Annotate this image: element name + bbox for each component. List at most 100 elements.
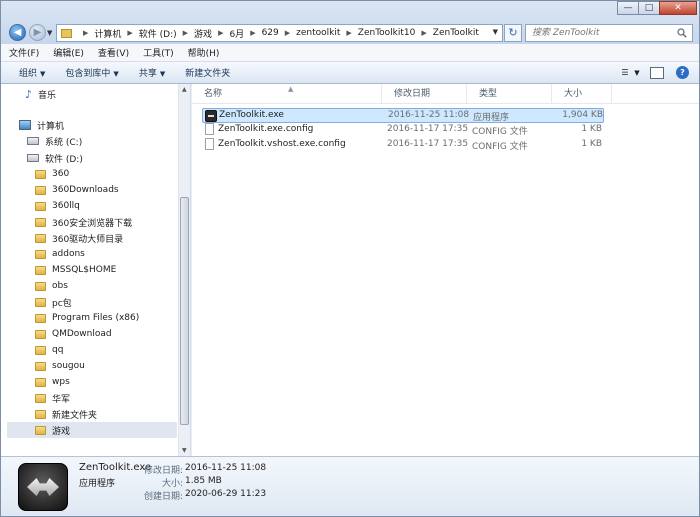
recent-pages-dropdown-icon[interactable]: ▼ bbox=[47, 29, 52, 37]
details-modified-label: 修改日期: bbox=[143, 466, 183, 476]
nav-folder[interactable]: qq bbox=[35, 342, 63, 358]
breadcrumb-629[interactable]: 629 bbox=[262, 28, 279, 38]
breadcrumb-drive-d[interactable]: 软件 (D:) bbox=[139, 27, 177, 40]
details-created-label: 创建日期: bbox=[143, 492, 183, 502]
breadcrumb-june[interactable]: 6月 bbox=[229, 27, 244, 40]
menu-view[interactable]: 查看(V) bbox=[98, 46, 129, 59]
chevron-right-icon[interactable]: ▶ bbox=[285, 29, 290, 37]
nav-folder[interactable]: wps bbox=[35, 374, 70, 390]
nav-folder[interactable]: MSSQL$HOME bbox=[35, 262, 116, 278]
chevron-right-icon[interactable]: ▶ bbox=[421, 29, 426, 37]
nav-item-drive-d[interactable]: 软件 (D:) bbox=[27, 150, 83, 166]
nav-folder[interactable]: 360Downloads bbox=[35, 182, 119, 198]
nav-folder[interactable]: 新建文件夹 bbox=[35, 406, 97, 422]
preview-pane-icon[interactable] bbox=[650, 66, 664, 79]
address-history-dropdown-icon[interactable]: ▼ bbox=[493, 28, 498, 36]
share-button[interactable]: 共享 ▼ bbox=[139, 66, 165, 79]
nav-folder[interactable]: 华军 bbox=[35, 390, 70, 406]
breadcrumb-zentoolkit10[interactable]: ZenToolkit10 bbox=[358, 28, 416, 38]
drive-icon bbox=[27, 137, 39, 145]
menu-tools[interactable]: 工具(T) bbox=[143, 46, 174, 59]
search-icon[interactable] bbox=[677, 28, 687, 38]
navigation-pane[interactable]: ♪ 音乐 计算机 系统 (C:) 软件 (D:) 360 360Download… bbox=[1, 84, 191, 456]
scroll-down-icon[interactable]: ▼ bbox=[182, 447, 187, 454]
nav-item-label: 360驱动大师目录 bbox=[52, 234, 124, 245]
nav-item-label: 软件 (D:) bbox=[45, 154, 83, 165]
document-icon bbox=[205, 138, 214, 150]
table-row[interactable]: ZenToolkit.vshost.exe.config 2016-11-17 … bbox=[202, 138, 604, 153]
nav-item-label: pc包 bbox=[52, 298, 72, 309]
column-name[interactable]: 名称 ▲ bbox=[192, 84, 382, 104]
column-size[interactable]: 大小 bbox=[552, 84, 612, 104]
chevron-right-icon[interactable]: ▶ bbox=[218, 29, 223, 37]
menu-file[interactable]: 文件(F) bbox=[9, 46, 39, 59]
breadcrumb-current[interactable]: ZenToolkit bbox=[433, 28, 479, 38]
scroll-thumb[interactable] bbox=[180, 197, 189, 425]
search-input[interactable] bbox=[526, 25, 666, 41]
nav-folder[interactable]: 360驱动大师目录 bbox=[35, 230, 123, 246]
nav-folder[interactable]: 360llq bbox=[35, 198, 80, 214]
help-icon[interactable]: ? bbox=[676, 66, 689, 79]
nav-item-drive-c[interactable]: 系统 (C:) bbox=[27, 133, 82, 149]
breadcrumb-computer[interactable]: 计算机 bbox=[94, 27, 121, 40]
sort-ascending-icon: ▲ bbox=[288, 85, 294, 93]
chevron-right-icon[interactable]: ▶ bbox=[250, 29, 255, 37]
search-box[interactable] bbox=[525, 24, 693, 42]
nav-folder[interactable]: Program Files (x86) bbox=[35, 310, 139, 326]
share-label: 共享 bbox=[138, 69, 157, 79]
caret-down-icon: ▼ bbox=[40, 70, 46, 78]
back-button[interactable]: ◀ bbox=[9, 24, 26, 41]
table-row[interactable]: ZenToolkit.exe 2016-11-25 11:08 应用程序 1,9… bbox=[202, 108, 604, 123]
include-in-library-button[interactable]: 包含到库中 ▼ bbox=[65, 66, 118, 79]
breadcrumb-games[interactable]: 游戏 bbox=[194, 27, 212, 40]
column-date[interactable]: 修改日期 bbox=[382, 84, 467, 104]
details-created-value: 2020-06-29 11:23 bbox=[185, 489, 267, 499]
minimize-button[interactable]: — bbox=[617, 1, 639, 15]
breadcrumb-zentoolkit[interactable]: zentoolkit bbox=[296, 28, 340, 38]
nav-folder-selected[interactable]: 游戏 bbox=[7, 422, 177, 438]
folder-icon bbox=[35, 393, 46, 403]
new-folder-button[interactable]: 新建文件夹 bbox=[185, 66, 230, 79]
file-list[interactable]: 名称 ▲ 修改日期 类型 大小 ZenToolkit.exe 2016-11-2… bbox=[192, 84, 699, 456]
view-options-icon[interactable]: ☰ bbox=[618, 67, 632, 79]
nav-item-label: addons bbox=[52, 249, 85, 259]
scroll-up-icon[interactable]: ▲ bbox=[182, 86, 187, 93]
close-button[interactable]: ✕ bbox=[659, 1, 697, 15]
table-row[interactable]: ZenToolkit.exe.config 2016-11-17 17:35 C… bbox=[202, 123, 604, 138]
app-thumbnail-icon bbox=[18, 463, 68, 511]
folder-icon bbox=[35, 329, 46, 339]
details-pane: ZenToolkit.exe 应用程序 修改日期: 2016-11-25 11:… bbox=[1, 456, 699, 516]
organize-button[interactable]: 组织 ▼ bbox=[19, 66, 45, 79]
chevron-right-icon[interactable]: ▶ bbox=[346, 29, 351, 37]
folder-icon bbox=[35, 361, 46, 371]
menu-help[interactable]: 帮助(H) bbox=[188, 46, 220, 59]
nav-folder[interactable]: pc包 bbox=[35, 294, 72, 310]
document-icon bbox=[205, 123, 214, 135]
chevron-right-icon[interactable]: ▶ bbox=[127, 29, 132, 37]
view-dropdown-icon[interactable]: ▼ bbox=[634, 67, 640, 79]
nav-folder[interactable]: sougou bbox=[35, 358, 85, 374]
folder-icon bbox=[61, 28, 72, 38]
nav-folder[interactable]: 360 bbox=[35, 166, 69, 182]
folder-icon bbox=[35, 313, 46, 323]
file-type: 应用程序 bbox=[473, 113, 510, 123]
chevron-right-icon[interactable]: ▶ bbox=[183, 29, 188, 37]
chevron-right-icon[interactable]: ▶ bbox=[83, 29, 88, 37]
maximize-button[interactable]: □ bbox=[638, 1, 660, 15]
nav-item-music[interactable]: ♪ 音乐 bbox=[25, 86, 56, 102]
nav-folder[interactable]: QMDownload bbox=[35, 326, 112, 342]
folder-icon bbox=[35, 185, 46, 195]
nav-folder[interactable]: obs bbox=[35, 278, 68, 294]
nav-item-computer[interactable]: 计算机 bbox=[19, 117, 64, 133]
nav-scrollbar[interactable]: ▲ ▼ bbox=[178, 84, 190, 456]
nav-item-label: 360 bbox=[52, 169, 70, 179]
column-type[interactable]: 类型 bbox=[467, 84, 552, 104]
file-date: 2016-11-17 17:35 bbox=[387, 139, 469, 149]
nav-folder[interactable]: 360安全浏览器下载 bbox=[35, 214, 132, 230]
address-bar[interactable]: ▶ 计算机 ▶ 软件 (D:) ▶ 游戏 ▶ 6月 ▶ 629 ▶ zentoo… bbox=[56, 24, 503, 42]
nav-folder[interactable]: addons bbox=[35, 246, 85, 262]
forward-button[interactable]: ▶ bbox=[29, 24, 46, 41]
menu-edit[interactable]: 编辑(E) bbox=[53, 46, 84, 59]
computer-icon bbox=[19, 120, 31, 130]
refresh-button[interactable]: ↻ bbox=[504, 24, 522, 42]
